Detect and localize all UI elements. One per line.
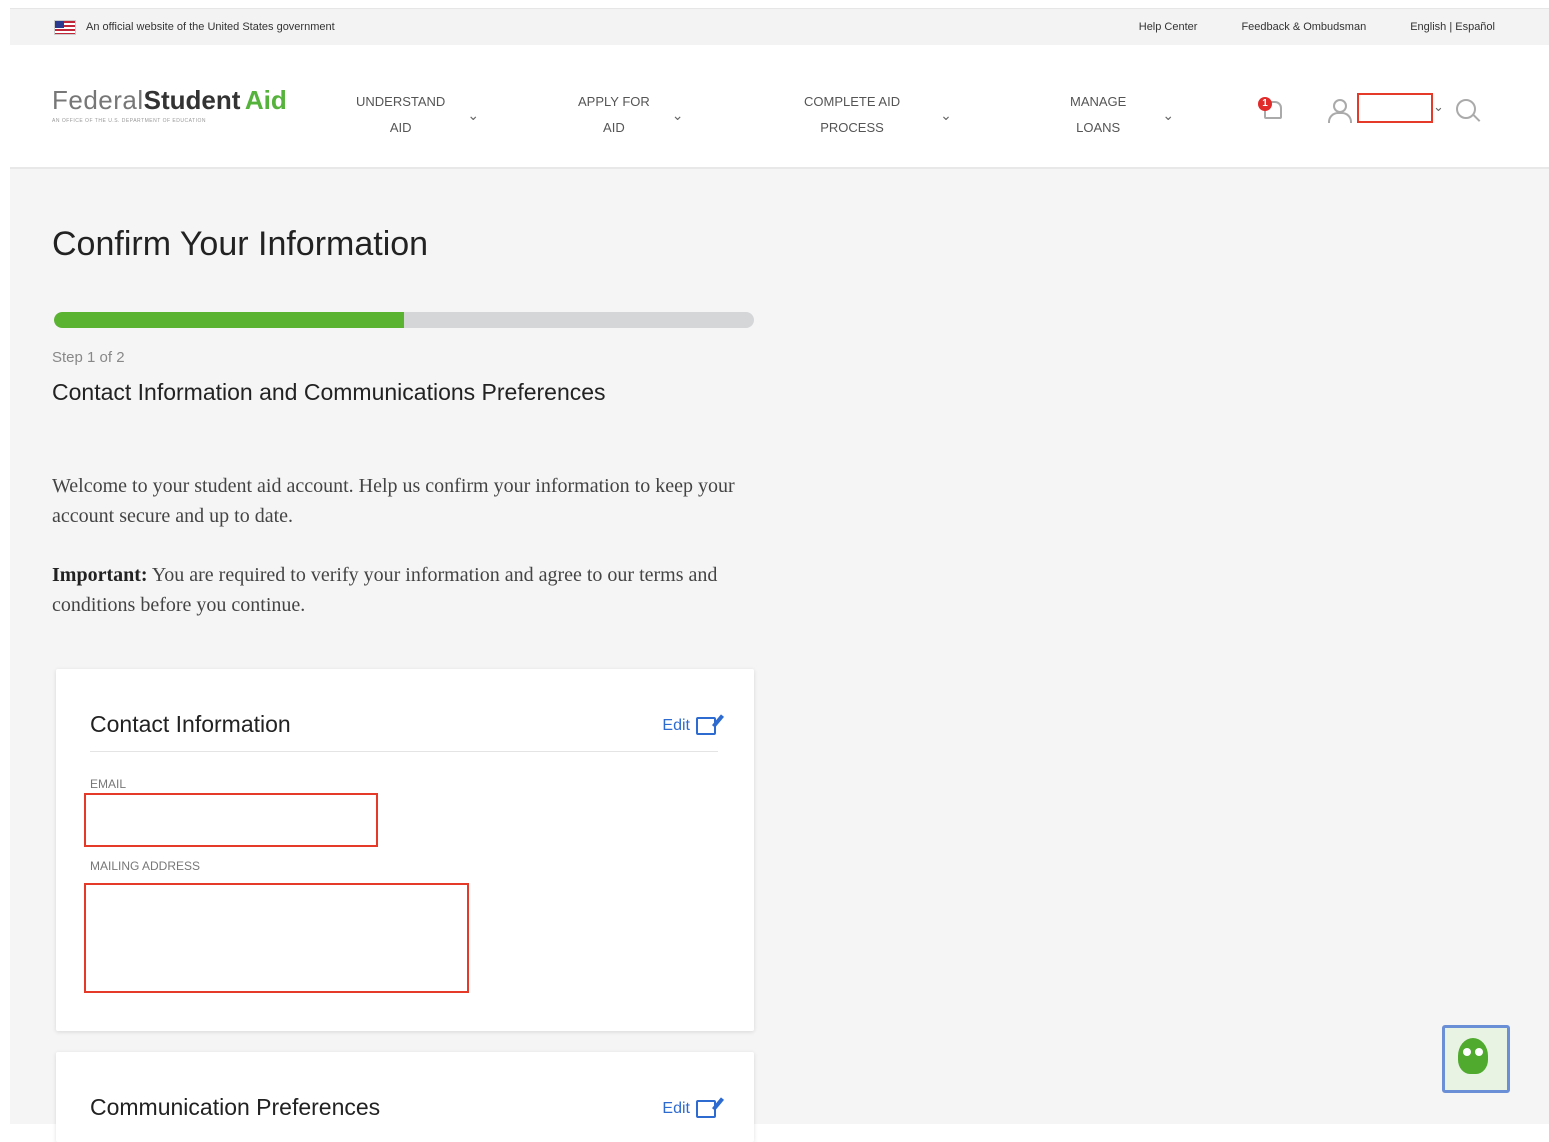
logo-tagline: AN OFFICE OF THE U.S. DEPARTMENT OF EDUC… xyxy=(52,118,206,124)
chevron-down-icon: ⌄ xyxy=(671,106,684,123)
contact-information-title: Contact Information xyxy=(90,711,291,737)
important-text: You are required to verify your informat… xyxy=(52,564,718,616)
logo-federal: Federal xyxy=(52,85,144,115)
user-icon[interactable] xyxy=(1326,97,1352,125)
gov-banner-text: An official website of the United States… xyxy=(86,21,335,33)
nav-understand-aid-label: UNDERSTAND AID xyxy=(356,94,446,135)
page-title: Confirm Your Information xyxy=(52,225,429,263)
contact-information-card: Contact Information Edit EMAIL MAILING A… xyxy=(56,669,754,1031)
step-progress-bar xyxy=(54,312,754,328)
email-value-redacted xyxy=(84,793,378,847)
step-indicator: Step 1 of 2 xyxy=(52,349,125,366)
feedback-ombudsman-link[interactable]: Feedback & Ombudsman xyxy=(1241,21,1366,33)
nav-complete-aid-process-label: COMPLETE AID PROCESS xyxy=(804,94,901,135)
notifications-bell-icon[interactable]: 1 xyxy=(1258,97,1284,123)
mailing-address-value-redacted xyxy=(84,883,469,993)
fsa-logo[interactable]: FederalStudent Aid AN OFFICE OF THE U.S.… xyxy=(52,85,287,124)
card-divider xyxy=(90,751,718,752)
edit-contact-label: Edit xyxy=(662,717,690,734)
step-progress-fill xyxy=(54,312,404,328)
welcome-paragraph: Welcome to your student aid account. Hel… xyxy=(52,475,735,527)
communication-preferences-card: Communication Preferences Edit xyxy=(56,1052,754,1142)
important-label: Important: xyxy=(52,564,148,586)
mailing-address-label: MAILING ADDRESS xyxy=(90,859,201,873)
nav-apply-for-aid[interactable]: APPLY FOR AID ⌄ xyxy=(578,89,684,141)
email-label: EMAIL xyxy=(90,777,127,791)
gov-banner: An official website of the United States… xyxy=(10,9,1549,45)
notification-count-badge: 1 xyxy=(1258,97,1272,111)
intro-text: Welcome to your student aid account. Hel… xyxy=(52,471,772,620)
chevron-down-icon: ⌄ xyxy=(467,106,480,123)
edit-preferences-button[interactable]: Edit xyxy=(662,1100,716,1118)
edit-icon xyxy=(696,1100,716,1118)
utility-links: Help Center Feedback & Ombudsman English… xyxy=(1139,21,1495,33)
chat-assistant-icon xyxy=(1458,1038,1488,1074)
us-flag-icon xyxy=(54,20,76,35)
communication-preferences-title: Communication Preferences xyxy=(90,1094,381,1120)
nav-understand-aid[interactable]: UNDERSTAND AID ⌄ xyxy=(356,89,479,141)
step-title: Contact Information and Communications P… xyxy=(52,379,606,405)
user-name-redacted[interactable] xyxy=(1357,93,1433,123)
logo-aid: Aid xyxy=(244,85,287,115)
edit-preferences-label: Edit xyxy=(662,1100,690,1117)
language-toggle-link[interactable]: English | Español xyxy=(1410,21,1495,33)
help-center-link[interactable]: Help Center xyxy=(1139,21,1198,33)
nav-manage-loans[interactable]: MANAGE LOANS ⌄ xyxy=(1070,89,1174,141)
search-icon[interactable] xyxy=(1456,99,1482,125)
nav-manage-loans-label: MANAGE LOANS xyxy=(1070,94,1127,135)
nav-apply-for-aid-label: APPLY FOR AID xyxy=(578,94,650,135)
edit-contact-button[interactable]: Edit xyxy=(662,717,716,735)
chat-assistant-button[interactable] xyxy=(1442,1025,1510,1093)
nav-complete-aid-process[interactable]: COMPLETE AID PROCESS ⌄ xyxy=(804,89,952,141)
edit-icon xyxy=(696,717,716,735)
chevron-down-icon: ⌄ xyxy=(940,106,952,123)
chevron-down-icon: ⌄ xyxy=(1162,106,1175,123)
page-frame: An official website of the United States… xyxy=(10,8,1549,1142)
logo-student: Student xyxy=(143,85,241,115)
site-header: FederalStudent Aid AN OFFICE OF THE U.S.… xyxy=(10,45,1549,169)
important-paragraph: Important: You are required to verify yo… xyxy=(52,560,772,620)
account-chevron-down-icon[interactable]: ⌄ xyxy=(1433,99,1444,115)
